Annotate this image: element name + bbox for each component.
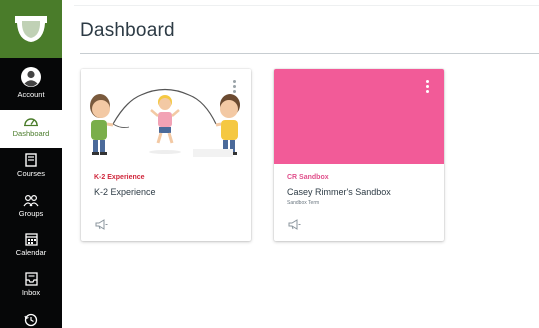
course-card-menu-button[interactable]	[424, 80, 430, 98]
page-header: Dashboard	[62, 0, 539, 58]
nav-account-label: Account	[17, 90, 45, 99]
user-avatar-icon	[21, 67, 41, 87]
kebab-dot	[232, 85, 236, 88]
dashboard-gauge-icon	[24, 118, 38, 127]
history-icon	[24, 313, 38, 327]
nav-groups[interactable]: Groups	[0, 194, 62, 218]
kebab-dot	[425, 85, 429, 88]
nav-inbox[interactable]: Inbox	[0, 272, 62, 297]
inbox-icon	[24, 272, 38, 286]
nav-account[interactable]: Account	[0, 66, 62, 99]
nav-inbox-label: Inbox	[21, 288, 41, 297]
jump-rope-kids-illustration	[90, 88, 240, 157]
course-card-k2-experience[interactable]: K-2 Experience K-2 Experience	[81, 69, 251, 241]
kebab-dot	[232, 90, 236, 93]
course-card-title[interactable]: Casey Rimmer's Sandbox	[287, 187, 391, 197]
nav-groups-label: Groups	[18, 209, 44, 218]
course-card-announcements-link[interactable]	[95, 217, 109, 230]
nav-history[interactable]	[0, 313, 62, 327]
nav-dashboard[interactable]: Dashboard	[0, 110, 62, 148]
course-card-hero-image[interactable]	[81, 69, 251, 164]
announcements-megaphone-icon	[288, 219, 301, 230]
nav-dashboard-label: Dashboard	[12, 129, 50, 138]
course-card-code[interactable]: CR Sandbox	[287, 174, 329, 181]
course-card-code[interactable]: K-2 Experience	[94, 174, 145, 181]
school-logo-icon	[15, 16, 47, 42]
kebab-dot	[425, 80, 429, 83]
global-navigation: Account Dashboard Courses Groups Calenda…	[0, 0, 62, 328]
canvas-app: Account Dashboard Courses Groups Calenda…	[0, 0, 539, 328]
course-card-cr-sandbox[interactable]: CR Sandbox Casey Rimmer's Sandbox Sandbo…	[274, 69, 444, 241]
nav-courses-label: Courses	[17, 169, 45, 178]
kebab-dot	[232, 80, 236, 83]
nav-calendar[interactable]: Calendar	[0, 232, 62, 257]
page-title: Dashboard	[80, 20, 175, 41]
course-card-title[interactable]: K-2 Experience	[94, 187, 156, 197]
course-card-hero-color[interactable]	[274, 69, 444, 164]
kebab-dot	[425, 90, 429, 93]
groups-icon	[23, 194, 39, 207]
nav-courses[interactable]: Courses	[0, 153, 62, 178]
book-icon	[25, 153, 37, 167]
nav-calendar-label: Calendar	[15, 248, 47, 257]
course-card-menu-button[interactable]	[231, 80, 237, 98]
header-top-divider	[74, 5, 539, 6]
calendar-icon	[24, 233, 38, 246]
course-card-announcements-link[interactable]	[288, 217, 302, 230]
header-divider	[80, 53, 539, 54]
announcements-megaphone-icon	[95, 219, 108, 230]
brand-logo-tile[interactable]	[0, 0, 62, 58]
course-card-term: Sandbox Term	[287, 200, 320, 206]
